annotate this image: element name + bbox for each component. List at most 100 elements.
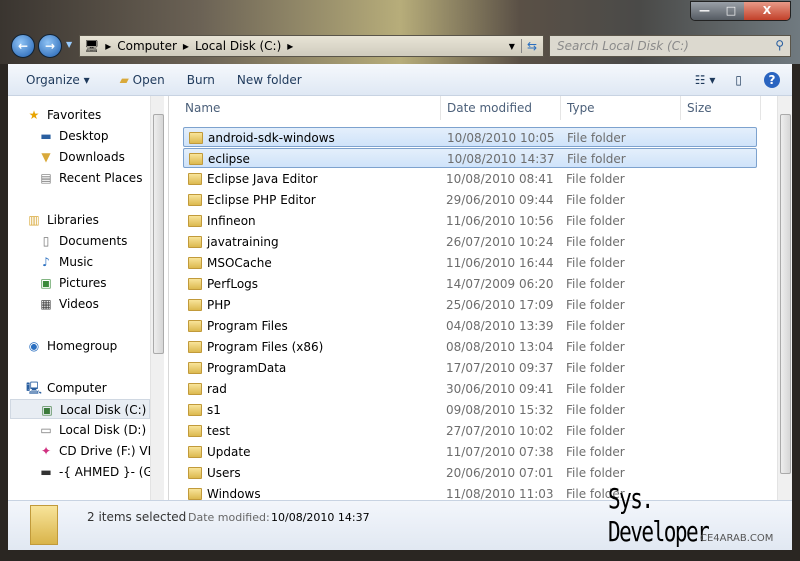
view-options-icon[interactable]: ☷ ▾ — [695, 73, 716, 87]
navigation-pane: ★ Favorites ▬ Desktop ▼ Downloads ▤ Recent P… — [8, 96, 164, 500]
sidebar-item-pictures[interactable]: ▣ Pictures — [38, 273, 106, 293]
star-icon: ★ — [28, 108, 40, 122]
scrollbar-thumb[interactable] — [780, 114, 791, 474]
sidebar-item-local-disk-d[interactable]: ▭ Local Disk (D:) — [38, 420, 146, 440]
file-type: File folder — [566, 382, 625, 396]
sidebar-item-desktop[interactable]: ▬ Desktop — [38, 126, 108, 146]
file-date: 30/06/2010 09:41 — [446, 382, 554, 396]
help-icon[interactable]: ? — [764, 71, 780, 88]
date-modified-label: Date modified: — [188, 511, 270, 524]
file-row[interactable]: Update 11/07/2010 07:38 File folder — [183, 442, 757, 462]
file-row[interactable]: Eclipse Java Editor 10/08/2010 08:41 Fil… — [183, 169, 757, 189]
column-header-date[interactable]: Date modified — [441, 96, 561, 120]
folder-icon — [189, 132, 203, 144]
maximize-button[interactable]: □ — [718, 2, 744, 20]
recent-pages-dropdown[interactable]: ▼ — [66, 40, 72, 49]
file-row[interactable]: Program Files 04/08/2010 13:39 File fold… — [183, 316, 757, 336]
file-date: 04/08/2010 13:39 — [446, 319, 554, 333]
explorer-pane: ★ Favorites ▬ Desktop ▼ Downloads ▤ Recent P… — [8, 96, 792, 501]
sidebar-item-documents[interactable]: ▯ Documents — [38, 231, 128, 251]
file-name: rad — [207, 382, 227, 396]
file-date: 17/07/2010 09:37 — [446, 361, 554, 375]
sidebar-libraries[interactable]: ▥ Libraries — [26, 210, 99, 230]
forward-button[interactable]: → — [38, 34, 62, 58]
chevron-icon: ▸ — [105, 39, 112, 53]
file-row[interactable]: javatraining 26/07/2010 10:24 File folde… — [183, 232, 757, 252]
file-type: File folder — [566, 235, 625, 249]
sidebar-item-videos[interactable]: ▦ Videos — [38, 294, 99, 314]
file-type: File folder — [567, 131, 626, 145]
sidebar-favorites[interactable]: ★ Favorites — [26, 105, 102, 125]
date-modified-value: 10/08/2010 14:37 — [271, 511, 370, 524]
back-button[interactable]: ← — [11, 34, 35, 58]
column-header-size[interactable]: Size — [681, 96, 761, 120]
minimize-button[interactable]: — — [691, 2, 718, 20]
folder-icon — [188, 173, 202, 185]
file-row[interactable]: Program Files (x86) 08/08/2010 13:04 Fil… — [183, 337, 757, 357]
file-row[interactable]: Infineon 11/06/2010 10:56 File folder — [183, 211, 757, 231]
address-bar[interactable]: 🖥 ▸ Computer ▸ Local Disk (C:) ▸ ▼ ⇆ — [79, 35, 544, 57]
file-date: 09/08/2010 15:32 — [446, 403, 554, 417]
refresh-icon[interactable]: ⇆ — [520, 39, 537, 53]
close-button[interactable]: X — [744, 2, 790, 20]
search-input[interactable]: Search Local Disk (C:) ⚲ — [549, 35, 791, 57]
file-date: 25/06/2010 17:09 — [446, 298, 554, 312]
downloads-icon: ▼ — [41, 150, 51, 164]
file-row[interactable]: android-sdk-windows 10/08/2010 10:05 Fil… — [183, 127, 757, 147]
selection-count: 2 items selected — [87, 510, 187, 524]
folder-icon — [188, 362, 202, 374]
breadcrumb-computer[interactable]: Computer — [117, 39, 177, 53]
sidebar-item-recent-places[interactable]: ▤ Recent Places — [38, 168, 142, 188]
column-header-name[interactable]: Name — [179, 96, 441, 120]
file-row[interactable]: s1 09/08/2010 15:32 File folder — [183, 400, 757, 420]
file-row[interactable]: Eclipse PHP Editor 29/06/2010 09:44 File… — [183, 190, 757, 210]
file-row[interactable]: ProgramData 17/07/2010 09:37 File folder — [183, 358, 757, 378]
file-name: PHP — [207, 298, 231, 312]
file-name: test — [207, 424, 231, 438]
address-dropdown[interactable]: ▼ — [509, 42, 515, 51]
sidebar-item-cd-drive[interactable]: ✦CD Drive (F:) VIVA — [38, 441, 150, 461]
sidebar-computer[interactable]: 🖳 Computer — [26, 378, 107, 398]
file-type: File folder — [566, 466, 625, 480]
file-row[interactable]: Users 20/06/2010 07:01 File folder — [183, 463, 757, 483]
recent-places-icon: ▤ — [40, 171, 52, 185]
folder-icon — [188, 341, 202, 353]
search-icon[interactable]: ⚲ — [775, 38, 784, 52]
file-name: javatraining — [207, 235, 279, 249]
file-type: File folder — [566, 403, 625, 417]
folder-icon — [188, 194, 202, 206]
sidebar-item-local-disk-c[interactable]: ▣ Local Disk (C:) — [10, 399, 150, 419]
sidebar-item-downloads[interactable]: ▼ Downloads — [38, 147, 125, 167]
file-list-scrollbar[interactable] — [777, 96, 792, 500]
file-date: 10/08/2010 08:41 — [446, 172, 554, 186]
file-row[interactable]: rad 30/06/2010 09:41 File folder — [183, 379, 757, 399]
sidebar-scrollbar[interactable] — [150, 96, 164, 500]
file-row[interactable]: test 27/07/2010 10:02 File folder — [183, 421, 757, 441]
folder-icon — [188, 467, 202, 479]
file-row[interactable]: MSOCache 11/06/2010 16:44 File folder — [183, 253, 757, 273]
sidebar-item-usb-drive[interactable]: ▬-{ AHMED }- (G:) — [38, 462, 150, 482]
new-folder-button[interactable]: New folder — [237, 73, 302, 87]
file-type: File folder — [566, 424, 625, 438]
file-date: 10/08/2010 14:37 — [447, 152, 555, 166]
window-controls: — □ X — [690, 1, 791, 21]
folder-icon — [188, 215, 202, 227]
breadcrumb-local-disk[interactable]: Local Disk (C:) — [195, 39, 281, 53]
file-row[interactable]: PerfLogs 14/07/2009 06:20 File folder — [183, 274, 757, 294]
file-type: File folder — [566, 256, 625, 270]
file-name: Program Files (x86) — [207, 340, 324, 354]
column-header-type[interactable]: Type — [561, 96, 681, 120]
sidebar-item-music[interactable]: ♪ Music — [38, 252, 93, 272]
sidebar-homegroup[interactable]: ◉ Homegroup — [26, 336, 118, 356]
file-date: 26/07/2010 10:24 — [446, 235, 554, 249]
file-date: 11/06/2010 16:44 — [446, 256, 554, 270]
preview-pane-icon[interactable]: ▯ — [735, 73, 742, 87]
usb-drive-icon: ▬ — [40, 465, 52, 479]
file-row[interactable]: eclipse 10/08/2010 14:37 File folder — [183, 148, 757, 168]
file-name: eclipse — [208, 152, 250, 166]
file-row[interactable]: PHP 25/06/2010 17:09 File folder — [183, 295, 757, 315]
scrollbar-thumb[interactable] — [153, 114, 164, 354]
open-button[interactable]: ▰ Open — [120, 73, 165, 87]
burn-button[interactable]: Burn — [187, 73, 215, 87]
organize-button[interactable]: Organize ▾ — [26, 73, 90, 87]
